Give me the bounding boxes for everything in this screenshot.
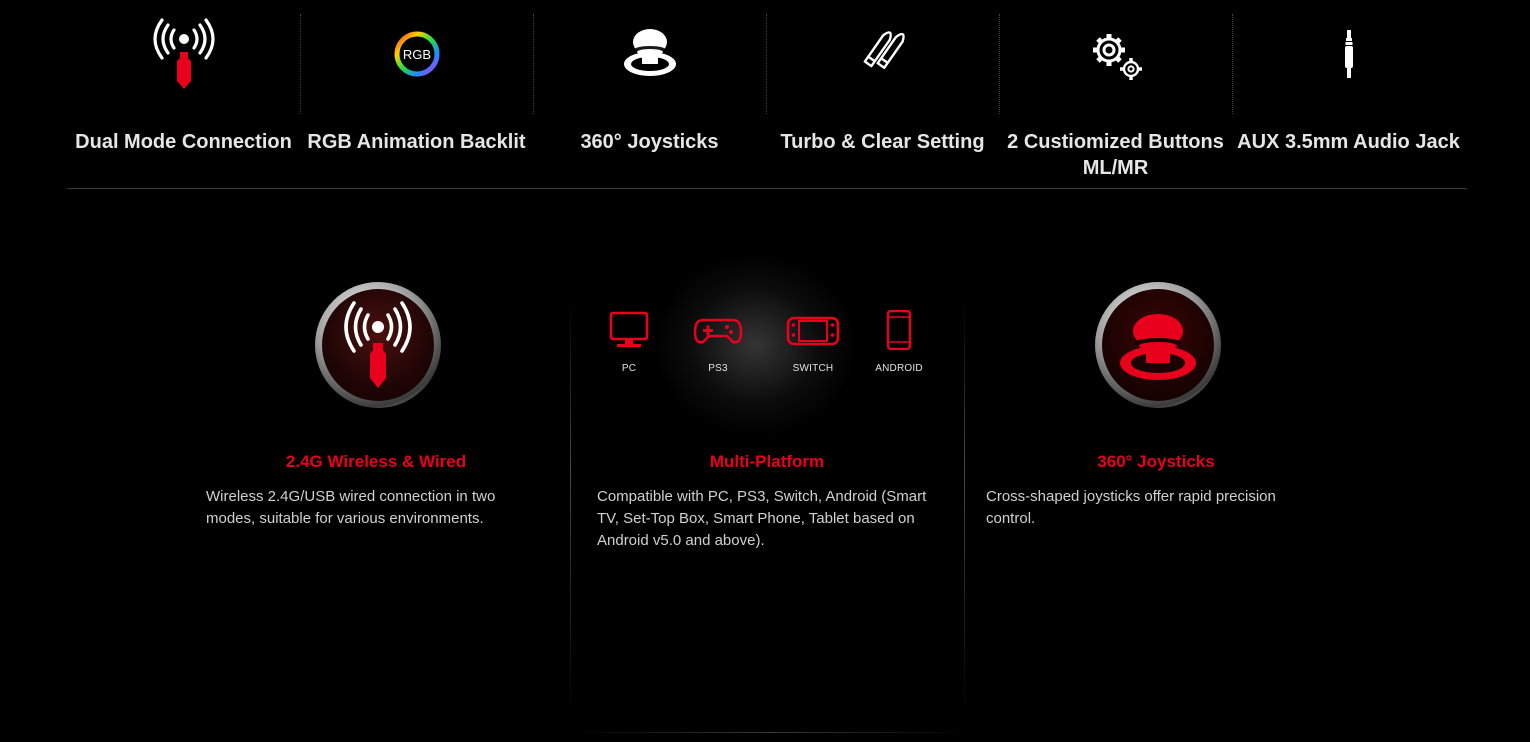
feature-label: Dual Mode Connection xyxy=(75,131,292,153)
feature-label: 360° Joysticks xyxy=(580,131,719,153)
feature-joysticks: 360° Joysticks xyxy=(533,0,766,188)
audio-jack-icon xyxy=(1344,30,1353,78)
gears-icon xyxy=(1092,34,1142,80)
feature-custom-buttons: 2 Custiomized Buttons ML/MR xyxy=(999,0,1232,188)
platform-ps3: PS3 xyxy=(683,310,753,374)
feature-strip: Dual Mode Connection RGB RGB Animation B… xyxy=(67,0,1467,189)
platform-label: SWITCH xyxy=(792,363,834,374)
joystick-badge xyxy=(1095,282,1221,408)
column-title: 2.4G Wireless & Wired xyxy=(285,452,467,471)
feature-label: Turbo & Clear Setting xyxy=(780,131,985,153)
gamepad-icon xyxy=(693,318,743,344)
platform-pc: PC xyxy=(594,310,664,374)
feature-label: 2 Custiomized Buttons ML/MR xyxy=(1007,131,1224,179)
column-title: 360° Joysticks xyxy=(1097,452,1215,471)
platform-android: ANDROID xyxy=(864,309,934,374)
column-description: Cross-shaped joysticks offer rapid preci… xyxy=(986,488,1276,527)
feature-rgb: RGB RGB Animation Backlit xyxy=(300,0,533,188)
wireless-dongle-icon xyxy=(344,301,412,388)
wireless-dongle-icon xyxy=(152,18,215,89)
feature-aux: AUX 3.5mm Audio Jack xyxy=(1232,0,1465,188)
feature-label: AUX 3.5mm Audio Jack xyxy=(1237,131,1460,153)
joystick-icon xyxy=(1120,314,1196,380)
bottom-divider xyxy=(570,732,970,733)
column-description: Wireless 2.4G/USB wired connection in tw… xyxy=(206,488,496,527)
feature-turbo: Turbo & Clear Setting xyxy=(766,0,999,188)
column-divider xyxy=(964,300,965,720)
rgb-ring-icon: RGB xyxy=(394,31,439,77)
joystick-icon xyxy=(623,29,676,76)
column-divider xyxy=(570,300,571,720)
column-description: Compatible with PC, PS3, Switch, Android… xyxy=(597,488,927,549)
platform-label: PS3 xyxy=(708,363,728,374)
monitor-icon xyxy=(609,311,649,347)
platform-label: ANDROID xyxy=(875,363,923,374)
wireless-badge xyxy=(315,282,441,408)
svg-text:RGB: RGB xyxy=(402,47,430,62)
bullets-icon xyxy=(863,31,905,69)
smartphone-icon xyxy=(886,309,912,351)
platform-switch: SWITCH xyxy=(778,310,848,374)
platform-label: PC xyxy=(621,363,637,374)
column-title: Multi-Platform xyxy=(709,452,825,471)
feature-dual-mode: Dual Mode Connection xyxy=(67,0,300,188)
switch-console-icon xyxy=(786,316,840,346)
feature-label: RGB Animation Backlit xyxy=(307,131,526,153)
